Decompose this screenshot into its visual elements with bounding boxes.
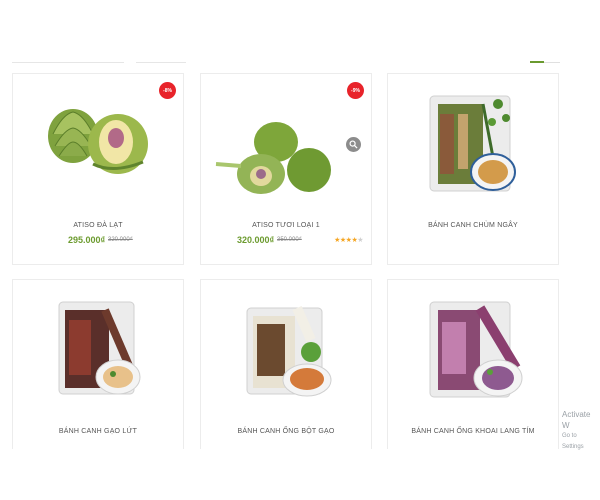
- product-card-atiso-da-lat[interactable]: -8% ATISO ĐÀ LẠT 295.000₫ 320.000₫: [12, 73, 184, 265]
- product-name[interactable]: ATISO TƯƠI LOẠI 1: [201, 222, 371, 229]
- noodle-package-illustration: [429, 301, 523, 398]
- activate-windows-watermark: Activate W Go to Settings: [562, 409, 600, 453]
- product-name[interactable]: BÁNH CANH ỐNG BỘT GẠO: [201, 428, 371, 435]
- top-divider-mid: [136, 62, 186, 63]
- star-empty-icon: ★: [357, 237, 363, 244]
- product-image[interactable]: [201, 280, 371, 420]
- product-image[interactable]: [13, 74, 183, 214]
- product-image[interactable]: [13, 280, 183, 420]
- product-card-banh-canh-ong-khoai-lang-tim[interactable]: BÁNH CANH ỐNG KHOAI LANG TÍM: [387, 279, 559, 449]
- noodle-package-illustration: [246, 305, 332, 397]
- product-card-atiso-tuoi-loai-1[interactable]: -9% ATISO TƯƠI LOẠI 1 320.000₫ 350.000₫ …: [200, 73, 372, 265]
- rating-stars: ★★★★★: [334, 236, 363, 244]
- product-card-banh-canh-ong-bot-gao[interactable]: BÁNH CANH ỐNG BỘT GẠO: [200, 279, 372, 449]
- product-card-banh-canh-gao-lut[interactable]: BÁNH CANH GẠO LỨT: [12, 279, 184, 449]
- watermark-subtitle: Go to Settings: [562, 433, 584, 450]
- product-old-price: 350.000₫: [277, 237, 302, 243]
- product-image[interactable]: [388, 74, 558, 214]
- product-card-banh-canh-chum-ngay[interactable]: BÁNH CANH CHÙM NGÂY: [387, 73, 559, 265]
- product-name[interactable]: BÁNH CANH ỐNG KHOAI LANG TÍM: [388, 428, 558, 435]
- discount-badge: -8%: [159, 82, 176, 99]
- product-old-price: 320.000₫: [108, 237, 133, 243]
- noodle-package-illustration: [429, 95, 516, 192]
- product-name[interactable]: ATISO ĐÀ LẠT: [13, 222, 183, 229]
- top-divider-left: [12, 62, 124, 63]
- artichokes-illustration: [215, 122, 331, 194]
- watermark-title: Activate W: [562, 410, 591, 430]
- artichoke-half-illustration: [88, 114, 148, 174]
- product-name[interactable]: BÁNH CANH GẠO LỨT: [13, 428, 183, 435]
- product-price: 295.000₫: [68, 235, 106, 245]
- discount-badge: -9%: [347, 82, 364, 99]
- product-price: 320.000₫: [237, 235, 275, 245]
- top-divider-accent: [530, 61, 544, 63]
- search-icon[interactable]: [346, 137, 361, 152]
- product-image[interactable]: [388, 280, 558, 420]
- noodle-package-illustration: [58, 301, 141, 395]
- product-name[interactable]: BÁNH CANH CHÙM NGÂY: [388, 222, 558, 229]
